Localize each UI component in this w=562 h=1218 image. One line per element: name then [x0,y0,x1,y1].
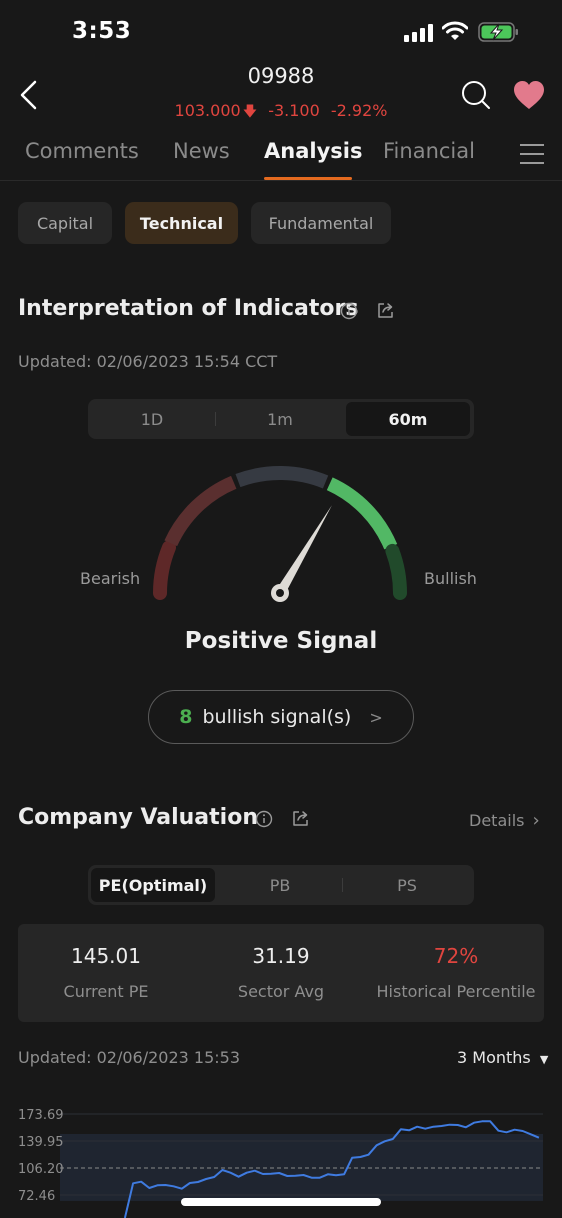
chevron-right-icon: > [369,707,383,727]
info-icon[interactable] [255,810,273,828]
period-1m[interactable]: 1m [218,402,342,436]
gauge-segment-bearish [164,475,237,547]
bullish-label: Bullish [424,569,477,588]
chip-technical[interactable]: Technical [125,202,238,244]
gauge-segment-strong-bearish [153,540,176,600]
chip-fundamental[interactable]: Fundamental [251,202,391,244]
percentile-band [60,1133,543,1201]
period-60m[interactable]: 60m [346,402,470,436]
details-link[interactable]: Details › [469,810,540,831]
sentiment-gauge [153,466,407,602]
share-icon[interactable] [291,809,309,827]
stat-label: Current PE [63,982,149,1001]
price: 103.000 [174,101,241,120]
range-dropdown[interactable]: 3 Months ▼ [457,1048,548,1067]
tab-analysis[interactable]: Analysis [264,139,362,163]
gauge-segment-strong-bullish [385,543,407,600]
bearish-label: Bearish [80,569,141,588]
indicators-title: Interpretation of Indicators [18,296,359,321]
tab-news[interactable]: News [173,139,230,163]
stat-sector-avg: 31.19 Sector Avg [194,924,368,1022]
gauge-segment-bullish [326,477,398,550]
tab-comments[interactable]: Comments [25,139,139,163]
down-arrow-icon: 🡇 [242,104,258,120]
wifi-icon [442,21,468,40]
price-change-pct: -2.92% [330,101,388,120]
indicators-updated: Updated: 02/06/2023 15:54 CCT [18,352,278,371]
stat-historical-percentile: 72% Historical Percentile [368,924,544,1022]
y-tick-label: 139.95 [18,1135,64,1150]
stat-label: Sector Avg [237,982,325,1001]
stat-label: Historical Percentile [376,982,536,1001]
info-icon[interactable] [340,302,358,320]
price-change: -3.100 [268,101,320,120]
period-1d[interactable]: 1D [90,402,214,436]
tab-financial[interactable]: Financial [383,139,475,163]
stat-value: 31.19 [252,944,310,968]
stat-value: 145.01 [71,944,141,968]
stat-value: 72% [433,944,479,968]
metric-ps[interactable]: PS [345,868,469,902]
y-tick-label: 173.69 [18,1108,64,1123]
valuation-updated: Updated: 02/06/2023 15:53 [18,1048,240,1067]
caret-down-icon: ▼ [539,1053,549,1066]
chip-capital[interactable]: Capital [18,202,112,244]
period-selector: 1D 1m 60m [88,399,474,439]
valuation-title: Company Valuation [18,805,258,830]
active-tab-indicator [264,177,352,180]
share-icon[interactable] [376,301,394,319]
y-tick-label: 72.46 [18,1189,55,1204]
range-value: 3 Months [457,1048,531,1067]
battery-charging-icon [478,22,518,42]
signal-text: bullish signal(s) [202,706,352,728]
gauge-needle [271,505,332,602]
metric-pb[interactable]: PB [218,868,342,902]
divider [342,878,343,892]
gauge-segment-neutral [235,466,329,489]
stat-current-pe: 145.01 Current PE [18,924,194,1022]
signal-count: 8 [179,706,193,728]
cellular-signal-icon [404,24,434,42]
status-time: 3:53 [72,18,132,44]
home-indicator[interactable] [181,1198,381,1206]
bullish-signals-button[interactable]: 8 bullish signal(s) > [148,690,414,744]
y-tick-label: 106.20 [18,1162,64,1177]
signal-title: Positive Signal [184,628,378,654]
metric-pe[interactable]: PE(Optimal) [91,868,215,902]
valuation-metric-selector: PE(Optimal) PB PS [88,865,474,905]
favorite-heart-icon[interactable] [513,80,545,110]
search-icon[interactable] [460,79,492,111]
main-tabs: Comments News Analysis Financial [0,139,562,181]
divider [215,412,216,426]
chevron-right-icon: › [532,810,540,831]
details-label: Details [469,811,525,830]
menu-icon[interactable] [520,144,544,164]
valuation-stats-card: 145.01 Current PE 31.19 Sector Avg 72% H… [18,924,544,1022]
